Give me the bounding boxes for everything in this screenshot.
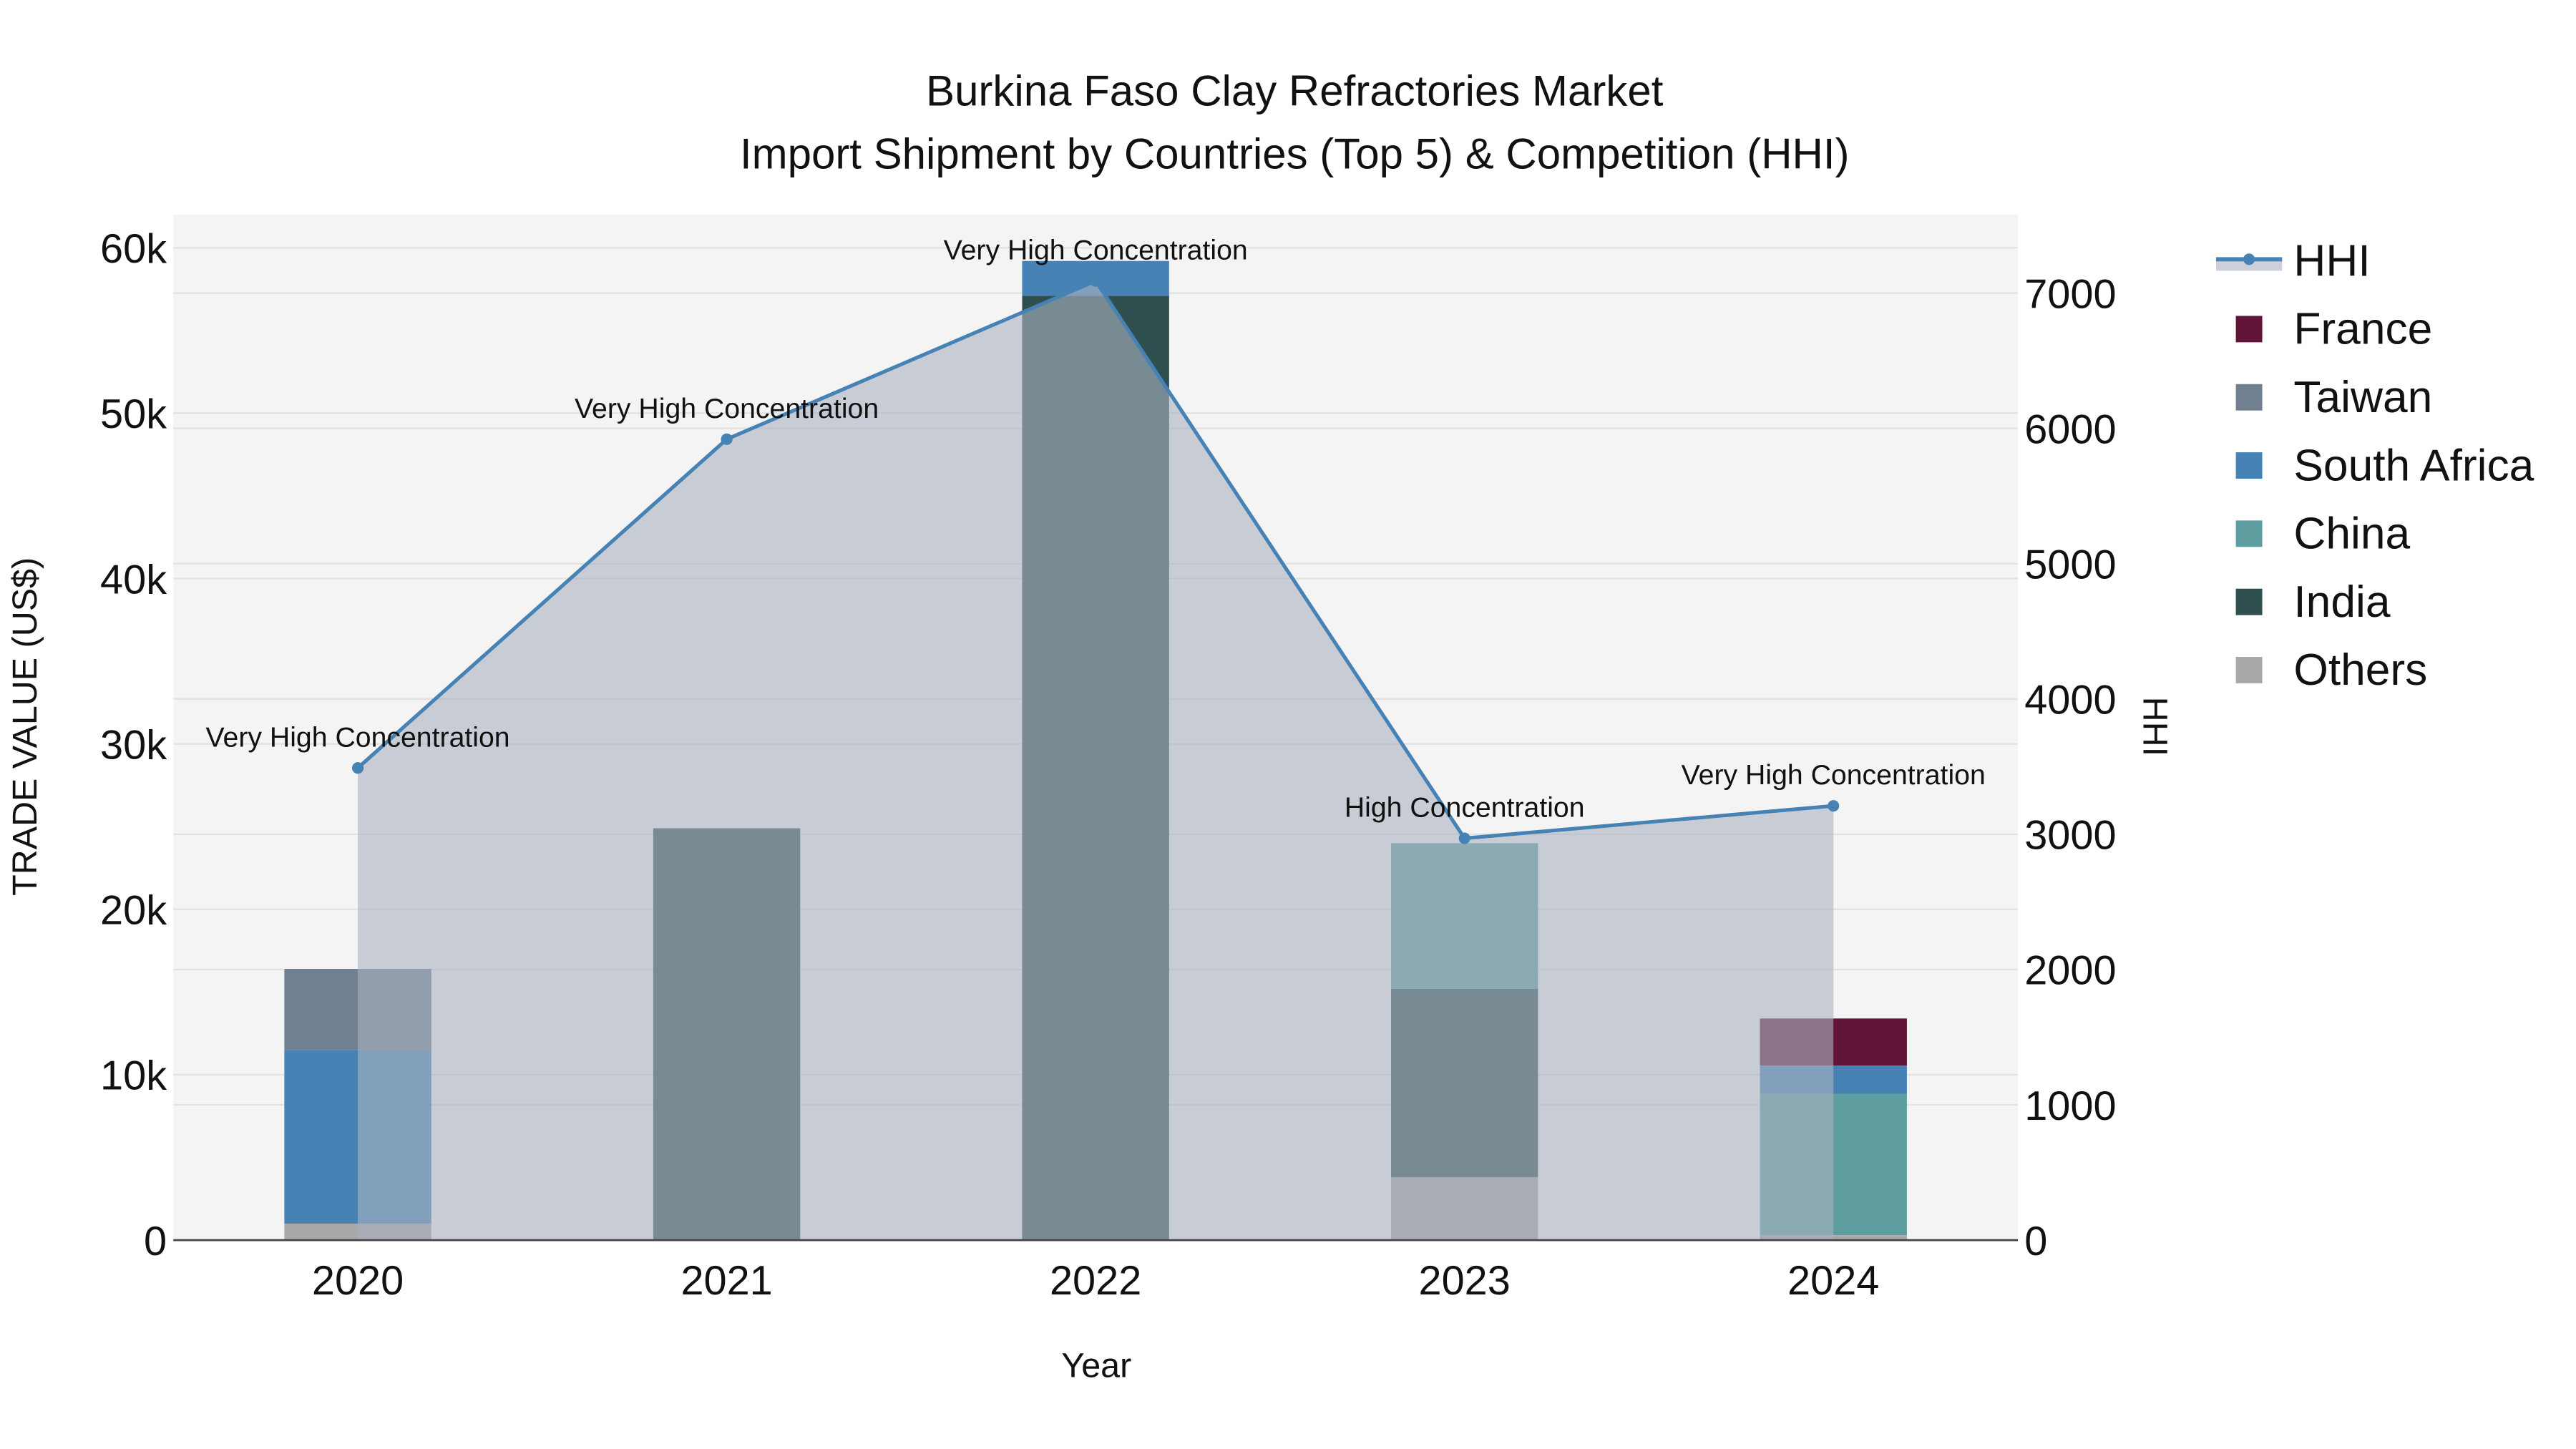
legend-swatch-taiwan — [2235, 384, 2263, 411]
legend-swatch-france — [2235, 316, 2263, 343]
chart: Very High Concentration Very High Concent… — [6, 67, 2534, 1385]
legend-label-india: India — [2293, 577, 2390, 627]
y2-tick-label: 5000 — [2024, 542, 2116, 588]
y2-tick-label: 0 — [2024, 1219, 2047, 1264]
y-tick-label: 40k — [100, 557, 167, 602]
y2-tick-label: 2000 — [2024, 948, 2116, 994]
hhi-point-2020 — [352, 762, 364, 774]
hhi-annotation: Very High Concentration — [206, 721, 510, 753]
legend-label-france: France — [2293, 305, 2432, 354]
chart-subtitle: Import Shipment by Countries (Top 5) & C… — [740, 130, 1850, 177]
x-tick-label: 2020 — [312, 1258, 404, 1304]
legend-swatch-china — [2235, 520, 2263, 547]
y2-tick-label: 4000 — [2024, 678, 2116, 723]
y2-axis-title: HHI — [2135, 697, 2174, 756]
x-axis-title: Year — [1061, 1347, 1131, 1385]
hhi-annotation: Very High Concentration — [1682, 759, 1986, 791]
legend-label-hhi: HHI — [2293, 236, 2370, 286]
chart-title: Burkina Faso Clay Refractories Market — [926, 67, 1664, 115]
hhi-point-2021 — [721, 433, 733, 445]
y-tick-label: 50k — [100, 391, 167, 437]
legend-label-others: Others — [2293, 645, 2427, 695]
y-tick-label: 10k — [100, 1053, 167, 1099]
legend-label-china: China — [2293, 509, 2410, 559]
y-tick-label: 30k — [100, 722, 167, 768]
legend-swatch-others — [2235, 657, 2263, 683]
x-tick-label: 2021 — [680, 1258, 772, 1304]
y2-tick-label: 6000 — [2024, 406, 2116, 452]
legend-label-south-africa: South Africa — [2293, 441, 2534, 490]
y-axis-title: TRADE VALUE (US$) — [6, 557, 44, 896]
hhi-point-2023 — [1458, 832, 1470, 844]
y2-tick-label: 1000 — [2024, 1083, 2116, 1129]
x-tick-label: 2024 — [1787, 1258, 1879, 1304]
y2-tick-label: 3000 — [2024, 813, 2116, 859]
y-tick-label: 60k — [100, 226, 167, 272]
legend-swatch-south-africa — [2235, 452, 2263, 479]
y-tick-label: 20k — [100, 888, 167, 934]
x-tick-label: 2023 — [1419, 1258, 1511, 1304]
y2-tick-label: 7000 — [2024, 271, 2116, 317]
hhi-point-2022 — [1090, 275, 1102, 287]
legend-label-taiwan: Taiwan — [2293, 373, 2432, 422]
legend: HHI France Taiwan South Africa China India Oth… — [2215, 236, 2534, 695]
hhi-point-2024 — [1828, 800, 1840, 812]
hhi-annotation: Very High Concentration — [944, 235, 1248, 266]
legend-swatch-hhi-marker — [2243, 253, 2255, 265]
hhi-annotation: High Concentration — [1345, 792, 1585, 824]
legend-swatch-india — [2235, 588, 2263, 615]
x-tick-label: 2022 — [1050, 1258, 1141, 1304]
hhi-annotation: Very High Concentration — [575, 393, 879, 424]
y-tick-label: 0 — [144, 1219, 167, 1264]
